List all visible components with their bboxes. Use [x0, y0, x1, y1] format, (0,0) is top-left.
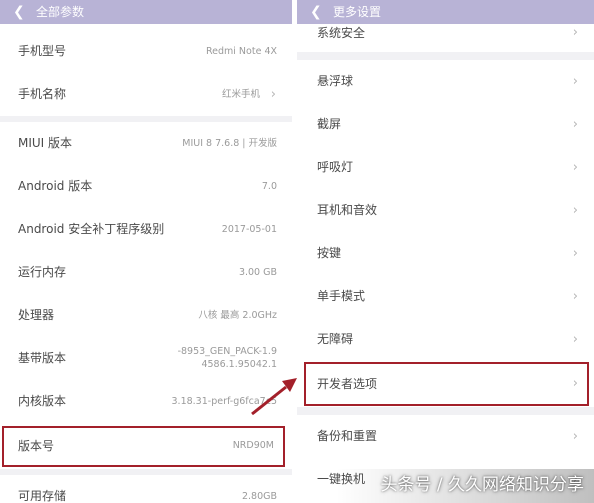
arrow-icon: [251, 378, 297, 416]
